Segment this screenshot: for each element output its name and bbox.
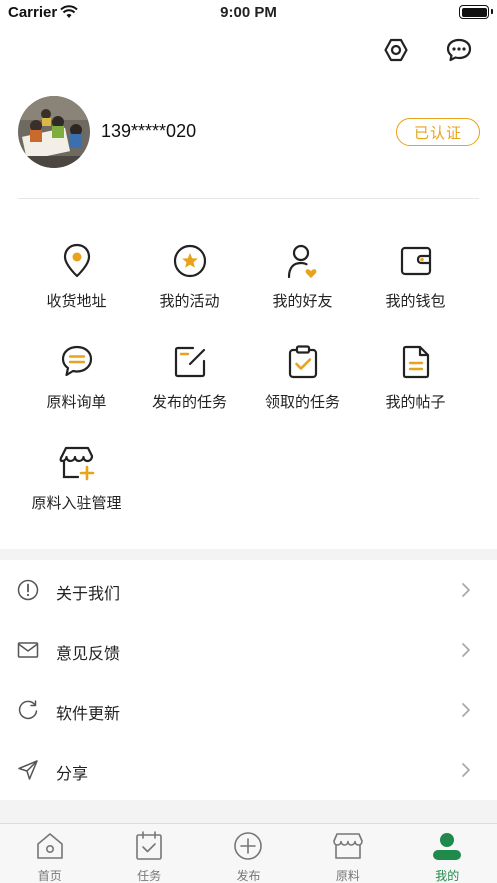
verified-badge[interactable]: 已认证 (396, 118, 480, 146)
refresh-icon (18, 700, 38, 720)
avatar[interactable] (18, 96, 90, 168)
section-divider (0, 549, 497, 560)
grid-item-label: 原料入驻管理 (31, 494, 122, 512)
message-bubble-icon[interactable] (445, 36, 473, 64)
user-heart-icon (287, 244, 316, 279)
user-filled-icon (433, 833, 462, 860)
tab-bar: 首页 任务 发布 原料 我的 (0, 823, 497, 883)
chevron-right-icon (462, 643, 470, 657)
grid-item-friends[interactable]: 我的好友 (246, 232, 359, 322)
grid-item-claimed-tasks[interactable]: 领取的任务 (246, 333, 359, 423)
menu-item-label: 软件更新 (56, 704, 121, 723)
chevron-right-icon (462, 763, 470, 777)
tab-tasks[interactable]: 任务 (99, 824, 198, 883)
grid-item-address[interactable]: 收货地址 (20, 232, 133, 322)
chat-lines-icon (61, 345, 92, 377)
clipboard-check-icon (288, 345, 317, 379)
clock-time: 9:00 PM (220, 4, 277, 21)
grid-item-my-posts[interactable]: 我的帖子 (359, 333, 472, 423)
chevron-right-icon (462, 583, 470, 597)
star-circle-icon (173, 244, 206, 278)
grid-item-material-inquiry[interactable]: 原料询单 (20, 333, 133, 423)
tab-home[interactable]: 首页 (0, 824, 99, 883)
location-pin-icon (63, 243, 90, 278)
menu-item-update[interactable]: 软件更新 (0, 680, 497, 740)
store-icon (333, 833, 363, 859)
menu-item-feedback[interactable]: 意见反馈 (0, 620, 497, 680)
info-circle-icon (17, 579, 39, 601)
document-icon (402, 345, 429, 379)
tab-label: 发布 (236, 869, 261, 883)
home-icon (36, 833, 63, 859)
battery-icon (459, 5, 489, 19)
tab-materials[interactable]: 原料 (298, 824, 397, 883)
store-plus-icon (59, 446, 94, 481)
tab-publish[interactable]: 发布 (199, 824, 298, 883)
chevron-right-icon (462, 703, 470, 717)
tab-label: 首页 (37, 869, 62, 883)
grid-item-activities[interactable]: 我的活动 (133, 232, 246, 322)
plus-circle-icon (234, 832, 263, 860)
send-icon (18, 760, 38, 780)
status-bar: Carrier 9:00 PM (0, 0, 497, 26)
menu-item-label: 关于我们 (56, 584, 121, 603)
grid-item-label: 我的钱包 (385, 292, 446, 310)
menu-item-label: 意见反馈 (56, 644, 121, 663)
tab-mine[interactable]: 我的 (398, 824, 497, 883)
tab-label: 我的 (435, 869, 460, 883)
calendar-check-icon (136, 831, 162, 860)
menu-item-about[interactable]: 关于我们 (0, 560, 497, 620)
menu-item-label: 分享 (56, 764, 89, 783)
profile-section: 139*****020 已认证 (0, 92, 497, 172)
user-phone: 139*****020 (101, 121, 197, 141)
edit-square-icon (174, 346, 205, 378)
settings-hex-icon[interactable] (382, 36, 410, 64)
grid-item-wallet[interactable]: 我的钱包 (359, 232, 472, 322)
envelope-icon (17, 642, 39, 658)
wallet-icon (400, 246, 431, 276)
grid-item-published-tasks[interactable]: 发布的任务 (133, 333, 246, 423)
bottom-spacer (0, 800, 497, 823)
divider (18, 198, 479, 199)
menu-item-share[interactable]: 分享 (0, 740, 497, 800)
grid-item-material-settlement[interactable]: 原料入驻管理 (20, 434, 133, 524)
tab-label: 任务 (137, 869, 162, 883)
grid-item-label: 我的帖子 (385, 393, 446, 411)
tab-label: 原料 (335, 869, 360, 883)
